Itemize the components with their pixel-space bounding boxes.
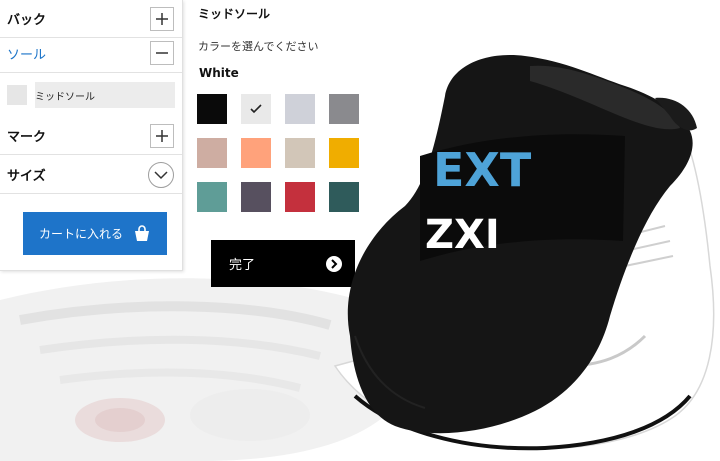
done-button-label: 完了 bbox=[229, 258, 256, 273]
plus-icon[interactable] bbox=[150, 6, 174, 31]
color-swatch[interactable] bbox=[241, 94, 271, 124]
plus-icon[interactable] bbox=[150, 123, 174, 148]
band-text-bottom: ZXI bbox=[425, 212, 500, 258]
color-panel-title: ミッドソール bbox=[198, 7, 271, 21]
menu-item-mark-label: マーク bbox=[7, 130, 47, 145]
midsole-color-chip bbox=[7, 85, 27, 105]
menu-item-sole-label: ソール bbox=[7, 47, 47, 63]
menu-item-mark[interactable]: マーク bbox=[0, 117, 182, 155]
shopping-bag-icon bbox=[135, 224, 149, 241]
menu-item-size-label: サイズ bbox=[7, 169, 46, 184]
color-swatch[interactable] bbox=[197, 138, 227, 168]
sub-item-midsole[interactable]: ミッドソール bbox=[7, 82, 175, 108]
menu-item-size[interactable]: サイズ bbox=[0, 156, 182, 194]
divider bbox=[0, 72, 182, 73]
menu-item-sole[interactable]: ソール bbox=[0, 33, 182, 73]
color-swatch[interactable] bbox=[285, 182, 315, 212]
checkmark-icon bbox=[250, 104, 262, 114]
selected-color-name: White bbox=[199, 66, 239, 80]
minus-icon[interactable] bbox=[150, 41, 174, 65]
color-swatch[interactable] bbox=[197, 94, 227, 124]
shoe-preview-image: EXT ZXI bbox=[333, 55, 715, 451]
band-text-top: EXT bbox=[433, 143, 532, 197]
color-swatch[interactable] bbox=[197, 182, 227, 212]
chevron-down-icon[interactable] bbox=[148, 161, 174, 188]
color-panel-instruction: カラーを選んでください bbox=[198, 40, 319, 53]
menu-item-back-label: バック bbox=[7, 13, 47, 28]
add-to-cart-label: カートに入れる bbox=[38, 227, 123, 241]
color-swatch[interactable] bbox=[241, 182, 271, 212]
sub-item-midsole-label: ミッドソール bbox=[35, 82, 175, 108]
color-swatch[interactable] bbox=[241, 138, 271, 168]
color-swatch[interactable] bbox=[285, 138, 315, 168]
customize-menu-panel: バック ソール ミッドソール マーク サイズ カートに入れる bbox=[0, 0, 183, 271]
color-swatch[interactable] bbox=[285, 94, 315, 124]
add-to-cart-button[interactable]: カートに入れる bbox=[23, 212, 167, 255]
